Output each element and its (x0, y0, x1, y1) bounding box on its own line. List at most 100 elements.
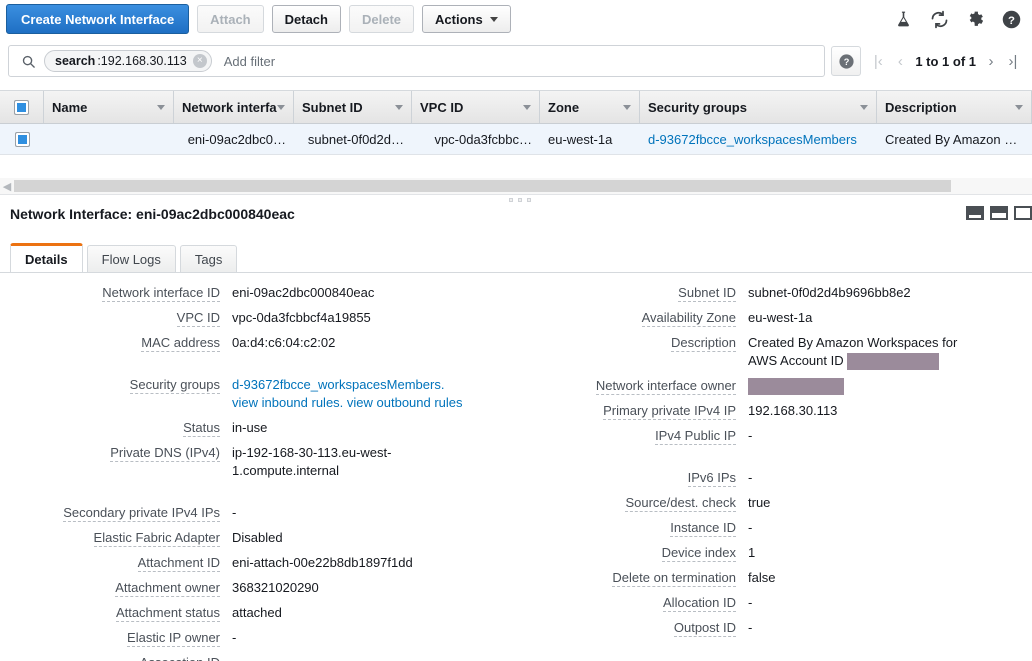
search-input[interactable]: search : 192.168.30.113 × Add filter (8, 45, 825, 77)
column-header-zone-label: Zone (548, 100, 579, 115)
detail-row-ipv4-public-ip: IPv4 Public IP- (516, 427, 1032, 445)
column-header-vpc-id[interactable]: VPC ID (412, 91, 540, 123)
panel-minimize-icon[interactable] (966, 206, 984, 220)
details-spacer (516, 452, 1032, 469)
scrollbar-track[interactable] (14, 180, 1032, 192)
column-header-description[interactable]: Description (877, 91, 1032, 123)
create-network-interface-button[interactable]: Create Network Interface (6, 4, 189, 34)
detail-label-text: Private DNS (IPv4) (110, 445, 220, 462)
detail-row-network-interface-owner: Network interface owner (516, 377, 1032, 395)
detail-value-line1[interactable]: d-93672fbcce_workspacesMembers. (232, 376, 516, 394)
remove-filter-icon[interactable]: × (193, 54, 207, 68)
detail-value-status: in-use (232, 419, 516, 437)
detail-row-description: DescriptionCreated By Amazon Workspaces … (516, 334, 1032, 370)
tab-flow-logs[interactable]: Flow Logs (87, 245, 176, 273)
details-spacer (0, 487, 516, 504)
detail-value-line1: in-use (232, 419, 516, 437)
add-filter-placeholder[interactable]: Add filter (224, 54, 275, 69)
column-header-zone[interactable]: Zone (540, 91, 640, 123)
detail-value-line1: true (748, 494, 1032, 512)
detail-row-secondary-private-ipv4-ips: Secondary private IPv4 IPs- (0, 504, 516, 522)
detail-value-line1: attached (232, 604, 516, 622)
flask-icon[interactable] (888, 4, 918, 34)
detail-value-line1: false (748, 569, 1032, 587)
filter-token-key: search (55, 54, 95, 68)
actions-menu-button[interactable]: Actions (422, 5, 511, 33)
column-header-security-groups[interactable]: Security groups (640, 91, 877, 123)
horizontal-scrollbar[interactable]: ◀ (0, 178, 1032, 194)
detail-label-source-dest-check: Source/dest. check (516, 494, 748, 512)
detail-value-line1: - (748, 619, 1032, 637)
cell-security-groups-link[interactable]: d-93672fbcce_workspacesMembers (640, 124, 877, 154)
chevron-down-icon[interactable] (395, 105, 403, 110)
svg-text:?: ? (1008, 14, 1015, 26)
svg-text:?: ? (844, 57, 850, 67)
detail-label-text: Status (183, 420, 220, 437)
panel-split-vertical-icon[interactable] (1014, 206, 1032, 220)
detail-label-network-interface-owner: Network interface owner (516, 377, 748, 395)
column-header-subnet-id[interactable]: Subnet ID (294, 91, 412, 123)
detail-value-outpost-id: - (748, 619, 1032, 637)
scrollbar-thumb[interactable] (14, 180, 951, 192)
detach-button[interactable]: Detach (272, 5, 341, 33)
tab-details[interactable]: Details (10, 243, 83, 273)
search-help-button[interactable]: ? (831, 46, 861, 76)
detail-label-subnet-id: Subnet ID (516, 284, 748, 302)
detail-value-network-interface-id: eni-09ac2dbc000840eac (232, 284, 516, 302)
detail-value-security-groups[interactable]: d-93672fbcce_workspacesMembers.view inbo… (232, 376, 516, 412)
detail-value-attachment-status: attached (232, 604, 516, 622)
next-page-button[interactable]: › (980, 53, 1002, 70)
tab-tags[interactable]: Tags (180, 245, 237, 273)
details-pane: Network interface IDeni-09ac2dbc000840ea… (0, 284, 1032, 661)
detail-label-text: Attachment status (116, 605, 220, 622)
chevron-down-icon[interactable] (860, 105, 868, 110)
detail-label-status: Status (0, 419, 232, 437)
detail-value-line2[interactable]: view inbound rules. view outbound rules (232, 394, 516, 412)
column-header-security-groups-label: Security groups (648, 100, 747, 115)
chevron-down-icon[interactable] (623, 105, 631, 110)
detail-value-line1: eni-09ac2dbc000840eac (232, 284, 516, 302)
panel-splitter[interactable] (0, 194, 1032, 204)
chevron-down-icon[interactable] (523, 105, 531, 110)
splitter-grip-icon[interactable] (509, 198, 531, 202)
detail-value-line1: ip-192-168-30-113.eu-west- (232, 444, 516, 462)
column-header-name[interactable]: Name (44, 91, 174, 123)
table-row[interactable]: eni-09ac2dbc0… subnet-0f0d2d… vpc-0da3fc… (0, 124, 1032, 155)
detail-value-line1: - (232, 654, 516, 661)
detail-label-description: Description (516, 334, 748, 352)
detail-row-allocation-id: Allocation ID- (516, 594, 1032, 612)
detail-label-availability-zone: Availability Zone (516, 309, 748, 327)
scroll-left-icon[interactable]: ◀ (0, 180, 14, 193)
panel-split-horizontal-icon[interactable] (990, 206, 1008, 220)
gear-icon[interactable] (960, 4, 990, 34)
detail-label-text: Source/dest. check (625, 495, 736, 512)
chevron-down-icon[interactable] (157, 105, 165, 110)
detail-value-line1: - (748, 519, 1032, 537)
filter-token-search[interactable]: search : 192.168.30.113 × (44, 50, 212, 72)
detail-value-ipv4-public-ip: - (748, 427, 1032, 445)
row-select-cell[interactable] (0, 124, 44, 154)
detail-label-text: IPv6 IPs (688, 470, 736, 487)
detail-value-subnet-id: subnet-0f0d2d4b9696bb8e2 (748, 284, 1032, 302)
row-checkbox[interactable] (15, 132, 30, 147)
select-all-checkbox[interactable] (14, 100, 29, 115)
select-all-header[interactable] (0, 91, 44, 123)
column-header-vpc-id-label: VPC ID (420, 100, 463, 115)
detail-value-line1: - (232, 504, 516, 522)
refresh-icon[interactable] (924, 4, 954, 34)
column-header-network-interface-id[interactable]: Network interfa (174, 91, 294, 123)
detail-label-elastic-ip-owner: Elastic IP owner (0, 629, 232, 647)
action-toolbar: Create Network Interface Attach Detach D… (0, 0, 1032, 38)
chevron-down-icon[interactable] (277, 105, 285, 110)
detail-row-ipv6-ips: IPv6 IPs- (516, 469, 1032, 487)
detail-row-attachment-owner: Attachment owner368321020290 (0, 579, 516, 597)
detail-value-description: Created By Amazon Workspaces forAWS Acco… (748, 334, 1032, 370)
detail-label-attachment-id: Attachment ID (0, 554, 232, 572)
cell-description: Created By Amazon … (877, 124, 1032, 154)
help-circle-icon[interactable]: ? (996, 4, 1026, 34)
detail-label-text: Delete on termination (612, 570, 736, 587)
last-page-button[interactable]: ›| (1002, 53, 1024, 70)
chevron-down-icon[interactable] (1015, 105, 1023, 110)
actions-label: Actions (435, 12, 483, 27)
detail-label-elastic-fabric-adapter: Elastic Fabric Adapter (0, 529, 232, 547)
